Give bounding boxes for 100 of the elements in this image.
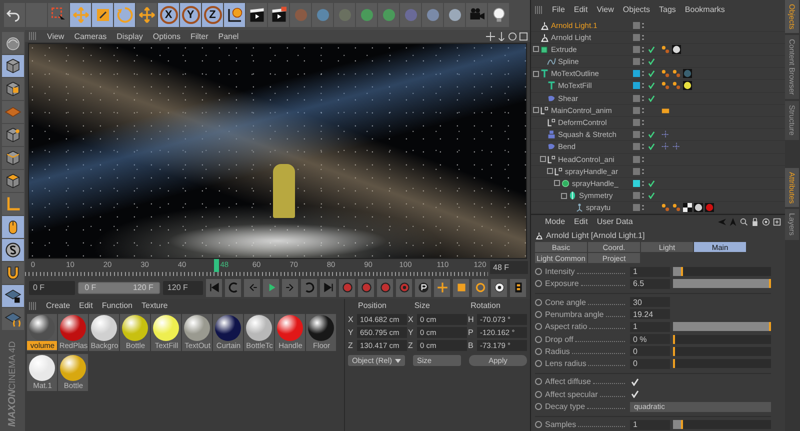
checkbox[interactable] <box>630 389 640 400</box>
layer-swatch[interactable] <box>633 180 640 187</box>
phong-tag-icon[interactable] <box>672 203 681 212</box>
animate-toggle[interactable] <box>535 421 542 428</box>
menu-item[interactable]: Bookmarks <box>684 5 725 14</box>
menu-item[interactable]: User Data <box>596 217 633 226</box>
pan-icon[interactable] <box>486 32 495 40</box>
value-field[interactable]: 19.24 <box>630 309 670 320</box>
layer-swatch[interactable] <box>633 119 640 126</box>
menu-item[interactable]: Panel <box>218 32 239 40</box>
expand-toggle[interactable] <box>533 46 539 52</box>
record-button[interactable] <box>377 278 394 296</box>
next-key-button[interactable] <box>301 278 318 296</box>
value-field[interactable]: 0 <box>630 358 670 369</box>
check-icon[interactable] <box>648 143 655 150</box>
menu-item[interactable]: Mode <box>545 217 566 226</box>
check-icon[interactable] <box>648 58 655 66</box>
value-field[interactable]: 30 <box>630 297 670 308</box>
point-tag-icon[interactable] <box>672 142 681 152</box>
layer-swatch[interactable] <box>633 168 640 175</box>
material-tag-icon[interactable] <box>683 81 692 90</box>
menu-item[interactable]: Create <box>46 301 70 310</box>
check-icon[interactable] <box>648 94 655 102</box>
axis-lock-button[interactable]: X <box>158 3 179 27</box>
slider-track[interactable] <box>673 279 771 288</box>
points-mode-button[interactable] <box>2 124 24 146</box>
value-field[interactable]: 0 <box>630 346 670 356</box>
edges-mode-button[interactable] <box>2 147 24 169</box>
layer-swatch[interactable] <box>633 46 640 53</box>
move-key-button[interactable] <box>434 278 450 296</box>
axis-lock-button[interactable]: Z <box>202 3 223 27</box>
next-frame-button[interactable] <box>282 278 298 296</box>
check-icon[interactable] <box>648 70 655 78</box>
phong-tag-icon[interactable] <box>661 203 670 212</box>
dolly-icon[interactable] <box>497 32 506 40</box>
layer-swatch[interactable] <box>633 58 640 66</box>
menu-item[interactable]: Cameras <box>74 32 107 40</box>
layer-swatch[interactable] <box>633 106 640 114</box>
sculpt-mode-button[interactable] <box>2 32 24 54</box>
menu-item[interactable]: Function <box>102 301 132 310</box>
layer-swatch[interactable] <box>633 192 640 200</box>
expand-toggle[interactable] <box>533 70 539 77</box>
point-tag-icon[interactable] <box>661 130 670 140</box>
axis-lock-button[interactable]: Y <box>180 3 201 27</box>
layer-swatch[interactable] <box>633 131 640 138</box>
new-panel-icon[interactable] <box>773 218 781 226</box>
value-field[interactable]: 6.5 <box>630 278 670 289</box>
check-icon[interactable] <box>648 82 655 90</box>
value-field[interactable]: 1 <box>630 322 670 332</box>
menu-item[interactable]: Edit <box>574 5 588 14</box>
render-tool-button[interactable] <box>246 3 267 27</box>
render-settings-tool-button[interactable] <box>268 3 289 27</box>
slider-track[interactable] <box>673 267 771 276</box>
texture-mode-button[interactable] <box>2 78 24 100</box>
layer-swatch[interactable] <box>633 156 640 163</box>
value-field[interactable]: 0 % <box>630 334 670 344</box>
grid-param-mode-button[interactable] <box>2 308 24 330</box>
model-mode-button[interactable] <box>2 55 24 77</box>
end-frame-field[interactable]: 120 F <box>163 280 204 294</box>
menu-item[interactable]: View <box>47 32 64 40</box>
phong-tag-icon[interactable] <box>661 81 670 90</box>
maximize-icon[interactable] <box>519 32 528 40</box>
layer-swatch[interactable] <box>633 22 640 29</box>
playhead[interactable] <box>214 259 220 272</box>
layer-swatch[interactable] <box>633 94 640 102</box>
expression-tag-icon[interactable] <box>661 106 670 115</box>
camera-tool-button[interactable] <box>466 3 487 27</box>
menu-item[interactable]: File <box>552 5 565 14</box>
polygons-mode-button[interactable] <box>2 170 24 192</box>
check-icon[interactable] <box>648 192 655 200</box>
tweak-mode-button[interactable] <box>2 216 24 238</box>
grid-lock-mode-button[interactable] <box>2 285 24 307</box>
target-icon[interactable] <box>762 218 770 226</box>
menu-item[interactable]: Options <box>152 32 180 40</box>
check-icon[interactable] <box>648 131 655 138</box>
prev-frame-button[interactable] <box>244 278 260 296</box>
check-icon[interactable] <box>648 180 655 187</box>
scale-tool-button[interactable] <box>92 3 113 27</box>
rotate-key-button[interactable] <box>472 278 488 296</box>
scale-key-button[interactable] <box>453 278 470 296</box>
auto-button[interactable] <box>415 278 432 296</box>
phong-tag-icon[interactable] <box>661 44 670 54</box>
menu-item[interactable]: View <box>596 5 614 14</box>
snap-mode-button[interactable] <box>2 239 24 261</box>
value-field[interactable]: 1 <box>630 266 670 277</box>
checker-tag-icon[interactable] <box>683 203 692 212</box>
play-button[interactable] <box>263 278 280 296</box>
value-field[interactable]: 1 <box>630 420 670 430</box>
add-tool-button[interactable] <box>136 3 157 27</box>
phong-tag-icon[interactable] <box>661 69 670 78</box>
phong-tag-icon[interactable] <box>672 69 681 78</box>
slider-track[interactable] <box>673 334 771 344</box>
blurred-icon[interactable] <box>448 9 460 21</box>
expand-toggle[interactable] <box>533 107 539 114</box>
start-frame-field[interactable]: 0 F <box>29 280 75 294</box>
menu-item[interactable]: Objects <box>622 5 650 14</box>
current-frame-field[interactable]: 48 F <box>490 261 528 274</box>
check-icon[interactable] <box>648 46 655 53</box>
menu-item[interactable]: Edit <box>574 217 588 226</box>
blurred-tool-button[interactable] <box>444 3 465 27</box>
